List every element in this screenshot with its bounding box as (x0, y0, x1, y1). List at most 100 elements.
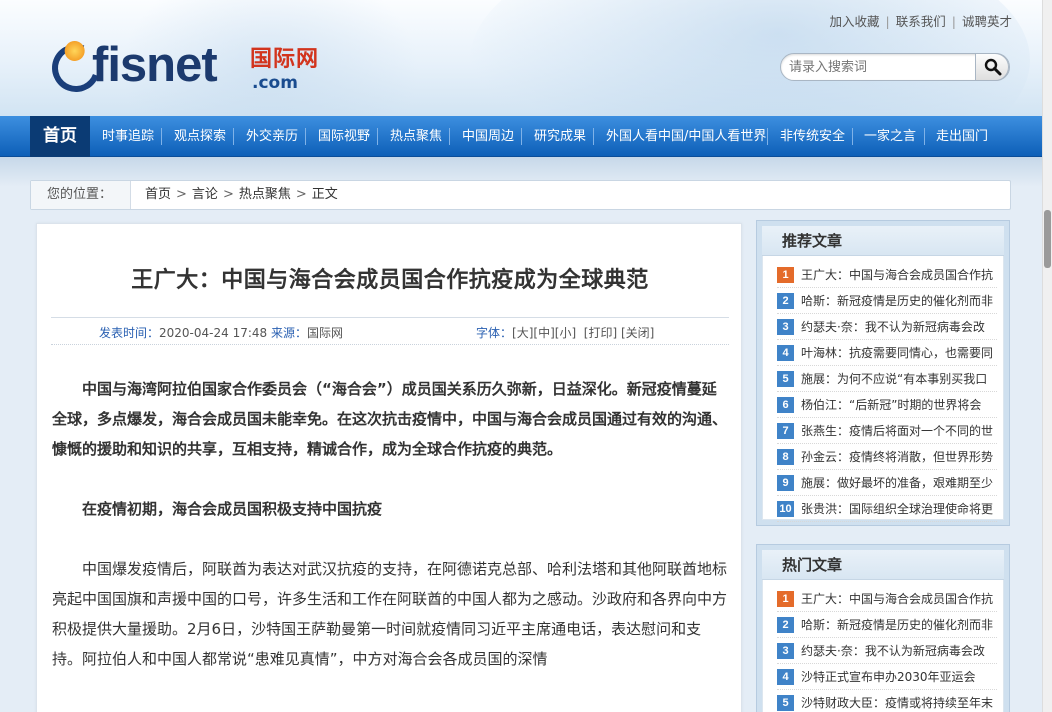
article-panel: 王广大：中国与海合会成员国合作抗疫成为全球典范 发表时间：2020-04-24 … (36, 223, 742, 712)
font-size-label: 字体： (476, 326, 513, 340)
nav-item-current-affairs[interactable]: 时事追踪 (102, 116, 154, 157)
article-tools: 字体：[大][中][小] [打印] [关闭] (476, 324, 654, 341)
rank-badge: 1 (777, 590, 794, 607)
breadcrumb-hot-topics[interactable]: 热点聚焦 (239, 187, 291, 202)
search-box (780, 53, 1010, 81)
font-size-medium-button[interactable]: [中] (533, 326, 554, 340)
nav-divider (449, 128, 450, 145)
contact-us-link[interactable]: 联系我们 (896, 14, 946, 29)
recommended-item[interactable]: 10 张贵洪：国际组织全球治理使命将更 (777, 496, 997, 522)
hot-panel: 热门文章 1 王广大：中国与海合会成员国合作抗 2 哈斯：新冠疫情是历史的催化剂而非… (756, 544, 1010, 712)
nav-divider (161, 128, 162, 145)
hot-item-title[interactable]: 沙特财政大臣：疫情或将持续至年末 (801, 696, 993, 710)
breadcrumb-separator: > (295, 187, 307, 202)
nav-item-security[interactable]: 非传统安全 (780, 116, 845, 157)
rank-badge: 2 (777, 292, 794, 309)
nav-item-viewpoints[interactable]: 观点探索 (174, 116, 226, 157)
rank-badge: 6 (777, 396, 794, 413)
search-icon (984, 58, 1002, 76)
rank-badge: 2 (777, 616, 794, 633)
recommended-item[interactable]: 9 施展：做好最坏的准备，艰难期至少 (777, 470, 997, 496)
recommended-item-title[interactable]: 孙金云：疫情终将消散，但世界形势 (801, 450, 993, 464)
page-scrollbar[interactable] (1042, 0, 1052, 712)
rank-badge: 9 (777, 474, 794, 491)
logo-chinese: 国际网 (250, 47, 320, 72)
recommended-item[interactable]: 5 施展：为何不应说“有本事别买我口 (777, 366, 997, 392)
recommended-item-title[interactable]: 叶海林：抗疫需要同情心，也需要同 (801, 346, 993, 360)
nav-item-world-view[interactable]: 国际视野 (318, 116, 370, 157)
breadcrumb-path: 首页 > 言论 > 热点聚焦 > 正文 (145, 181, 338, 209)
hot-item[interactable]: 4 沙特正式宣布申办2030年亚运会 (777, 664, 997, 690)
add-favorite-link[interactable]: 加入收藏 (830, 14, 880, 29)
rank-badge: 4 (777, 344, 794, 361)
nav-item-abroad[interactable]: 走出国门 (936, 116, 988, 157)
nav-item-neighbors[interactable]: 中国周边 (462, 116, 514, 157)
rank-badge: 1 (777, 266, 794, 283)
hot-item-title[interactable]: 约瑟夫·奈：我不认为新冠病毒会改 (801, 644, 985, 658)
recommended-item[interactable]: 4 叶海林：抗疫需要同情心，也需要同 (777, 340, 997, 366)
recommended-item-title[interactable]: 张贵洪：国际组织全球治理使命将更 (801, 502, 993, 516)
recommended-item-title[interactable]: 哈斯：新冠疫情是历史的催化剂而非 (801, 294, 993, 308)
recommended-item-title[interactable]: 王广大：中国与海合会成员国合作抗 (801, 268, 993, 282)
site-logo[interactable]: fisnet 国际网 .com (44, 36, 352, 100)
close-button[interactable]: [关闭] (621, 326, 654, 340)
top-links: 加入收藏 | 联系我们 | 诚聘英才 (830, 11, 1012, 30)
search-input[interactable] (789, 58, 974, 76)
publish-label: 发表时间： (99, 326, 160, 340)
breadcrumb-opinion[interactable]: 言论 (192, 187, 218, 202)
site-header: 加入收藏 | 联系我们 | 诚聘英才 fisnet 国际网 .com (0, 0, 1042, 116)
nav-home[interactable]: 首页 (30, 116, 90, 157)
hot-title: 热门文章 (762, 550, 1004, 580)
hot-item-title[interactable]: 王广大：中国与海合会成员国合作抗 (801, 592, 993, 606)
hot-item-title[interactable]: 哈斯：新冠疫情是历史的催化剂而非 (801, 618, 993, 632)
nav-divider (767, 128, 768, 145)
rank-badge: 8 (777, 448, 794, 465)
nav-item-diplomacy[interactable]: 外交亲历 (246, 116, 298, 157)
recommended-item[interactable]: 6 杨伯江：“后新冠”时期的世界将会 (777, 392, 997, 418)
nav-item-hot-topics[interactable]: 热点聚焦 (390, 116, 442, 157)
nav-divider (521, 128, 522, 145)
recommended-item-title[interactable]: 施展：为何不应说“有本事别买我口 (801, 372, 987, 386)
scrollbar-thumb[interactable] (1044, 210, 1051, 268)
article-body: 中国与海湾阿拉伯国家合作委员会（“海合会”）成员国关系历久弥新，日益深化。新冠疫… (52, 374, 728, 674)
nav-item-foreign-views[interactable]: 外国人看中国/中国人看世界 (606, 116, 766, 157)
article-title: 王广大：中国与海合会成员国合作抗疫成为全球典范 (131, 267, 649, 293)
recommended-item[interactable]: 1 王广大：中国与海合会成员国合作抗 (777, 262, 997, 288)
recommended-item[interactable]: 8 孙金云：疫情终将消散，但世界形势 (777, 444, 997, 470)
nav-divider (924, 128, 925, 145)
nav-item-research[interactable]: 研究成果 (534, 116, 586, 157)
article-paragraph: 中国爆发疫情后，阿联酋为表达对武汉抗疫的支持，在阿德诺克总部、哈利法塔和其他阿联… (52, 560, 728, 668)
breadcrumb-label: 您的位置： (31, 181, 131, 209)
search-button[interactable] (975, 53, 1009, 81)
recommended-list: 1 王广大：中国与海合会成员国合作抗 2 哈斯：新冠疫情是历史的催化剂而非 3 约瑟夫… (763, 256, 1003, 522)
recommended-item-title[interactable]: 杨伯江：“后新冠”时期的世界将会 (801, 398, 981, 412)
separator: | (885, 14, 890, 29)
font-size-large-button[interactable]: [大] (512, 326, 533, 340)
nav-divider (305, 128, 306, 145)
breadcrumb-home[interactable]: 首页 (145, 187, 171, 202)
print-button[interactable]: [打印] (584, 326, 617, 340)
nav-divider (852, 128, 853, 145)
recommended-item-title[interactable]: 施展：做好最坏的准备，艰难期至少 (801, 476, 993, 490)
recommended-item[interactable]: 2 哈斯：新冠疫情是历史的催化剂而非 (777, 288, 997, 314)
recommended-item[interactable]: 3 约瑟夫·奈：我不认为新冠病毒会改 (777, 314, 997, 340)
article-subheading: 在疫情初期，海合会成员国积极支持中国抗疫 (82, 500, 383, 518)
nav-divider (377, 128, 378, 145)
recommended-item[interactable]: 7 张燕生：疫情后将面对一个不同的世 (777, 418, 997, 444)
rank-badge: 10 (777, 500, 794, 517)
careers-link[interactable]: 诚聘英才 (962, 14, 1012, 29)
font-size-small-button[interactable]: [小] (555, 326, 576, 340)
hot-item[interactable]: 1 王广大：中国与海合会成员国合作抗 (777, 586, 997, 612)
hot-item[interactable]: 5 沙特财政大臣：疫情或将持续至年末 (777, 690, 997, 712)
hot-item[interactable]: 2 哈斯：新冠疫情是历史的催化剂而非 (777, 612, 997, 638)
nav-item-opinion[interactable]: 一家之言 (864, 116, 916, 157)
publish-time: 2020-04-24 17:48 (159, 326, 268, 340)
hot-item-title[interactable]: 沙特正式宣布申办2030年亚运会 (801, 670, 976, 684)
hot-item[interactable]: 3 约瑟夫·奈：我不认为新冠病毒会改 (777, 638, 997, 664)
recommended-item-title[interactable]: 张燕生：疫情后将面对一个不同的世 (801, 424, 993, 438)
article-meta: 发表时间：2020-04-24 17:48 来源：国际网 字体：[大][中][小… (51, 317, 729, 345)
recommended-item-title[interactable]: 约瑟夫·奈：我不认为新冠病毒会改 (801, 320, 985, 334)
breadcrumb: 您的位置： 首页 > 言论 > 热点聚焦 > 正文 (30, 180, 1011, 210)
logo-brand: fisnet (92, 38, 218, 92)
rank-badge: 3 (777, 642, 794, 659)
